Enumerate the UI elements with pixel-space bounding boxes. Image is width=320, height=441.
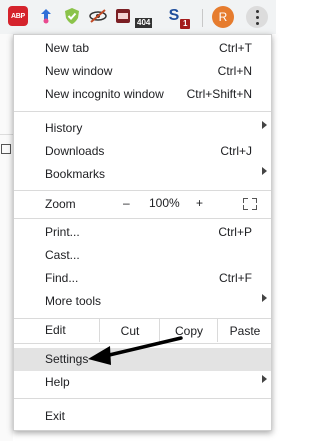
menu-item-new-window[interactable]: New window Ctrl+N	[14, 60, 271, 83]
fullscreen-icon[interactable]	[243, 198, 257, 210]
menu-item-exit[interactable]: Exit	[14, 405, 271, 428]
menu-item-label: New window	[45, 64, 113, 78]
menu-divider	[14, 218, 271, 219]
copy-button[interactable]: Copy	[159, 319, 218, 342]
puzzle-extension-icon[interactable]	[36, 6, 56, 26]
menu-item-label: Help	[45, 375, 70, 389]
edit-label: Edit	[45, 323, 66, 337]
menu-item-shortcut: Ctrl+Shift+N	[186, 87, 252, 101]
page-divider	[0, 134, 13, 135]
avatar[interactable]: R	[212, 6, 234, 28]
page-behind-menu	[0, 34, 13, 441]
page-icon	[1, 144, 11, 154]
menu-item-label: Downloads	[45, 144, 105, 158]
menu-item-bookmarks[interactable]: Bookmarks	[14, 163, 271, 186]
menu-item-shortcut: Ctrl+N	[217, 64, 252, 78]
menu-item-shortcut: Ctrl+F	[219, 271, 252, 285]
menu-item-label: Print...	[45, 225, 80, 239]
abp-extension-icon[interactable]: ABP	[8, 6, 28, 26]
paste-button[interactable]: Paste	[217, 319, 272, 342]
menu-item-label: Bookmarks	[45, 167, 106, 181]
menu-item-more-tools[interactable]: More tools	[14, 290, 271, 313]
menu-item-label: New incognito window	[45, 87, 164, 101]
zoom-label: Zoom	[45, 197, 76, 211]
menu-item-edit: Edit Cut Copy Paste	[14, 319, 271, 342]
menu-item-shortcut: Ctrl+T	[219, 41, 252, 55]
menu-item-history[interactable]: History	[14, 117, 271, 140]
menu-item-label: More tools	[45, 294, 102, 308]
shield-check-icon[interactable]	[62, 6, 82, 26]
submenu-arrow-icon	[262, 121, 267, 129]
menu-kebab-icon[interactable]	[246, 6, 268, 28]
eye-slash-icon[interactable]	[88, 6, 108, 26]
browser-toolbar: ABP 404 S 1 R	[0, 0, 276, 34]
menu-divider	[14, 343, 271, 344]
submenu-arrow-icon	[262, 375, 267, 383]
menu-divider	[14, 190, 271, 191]
menu-item-label: Find...	[45, 271, 79, 285]
zoom-out-button[interactable]: –	[123, 196, 130, 210]
s-badge: 1	[180, 19, 191, 29]
menu-item-help[interactable]: Help	[14, 371, 271, 394]
menu-divider	[14, 398, 271, 399]
zoom-level: 100%	[149, 196, 180, 210]
menu-item-label: New tab	[45, 41, 90, 55]
submenu-arrow-icon	[262, 167, 267, 175]
menu-item-shortcut: Ctrl+J	[220, 144, 252, 158]
menu-item-label: Cast...	[45, 248, 80, 262]
menu-item-shortcut: Ctrl+P	[218, 225, 252, 239]
toolbar-separator	[202, 9, 203, 27]
calendar-badge: 404	[135, 18, 153, 28]
menu-divider	[14, 111, 271, 112]
menu-item-label: Exit	[45, 409, 66, 423]
calendar-icon[interactable]	[113, 6, 133, 26]
submenu-arrow-icon	[262, 294, 267, 302]
menu-item-label: Settings	[45, 352, 89, 366]
browser-menu: New tab Ctrl+T New window Ctrl+N New inc…	[13, 34, 272, 431]
menu-item-downloads[interactable]: Downloads Ctrl+J	[14, 140, 271, 163]
menu-item-new-incognito[interactable]: New incognito window Ctrl+Shift+N	[14, 83, 271, 106]
menu-item-settings[interactable]: Settings	[14, 348, 271, 371]
zoom-in-button[interactable]: +	[196, 196, 203, 210]
menu-item-label: History	[45, 121, 83, 135]
cut-button[interactable]: Cut	[99, 319, 160, 342]
menu-item-new-tab[interactable]: New tab Ctrl+T	[14, 37, 271, 60]
menu-item-print[interactable]: Print... Ctrl+P	[14, 221, 271, 244]
menu-item-cast[interactable]: Cast...	[14, 244, 271, 267]
menu-item-find[interactable]: Find... Ctrl+F	[14, 267, 271, 290]
menu-item-zoom: Zoom – 100% +	[14, 193, 271, 216]
